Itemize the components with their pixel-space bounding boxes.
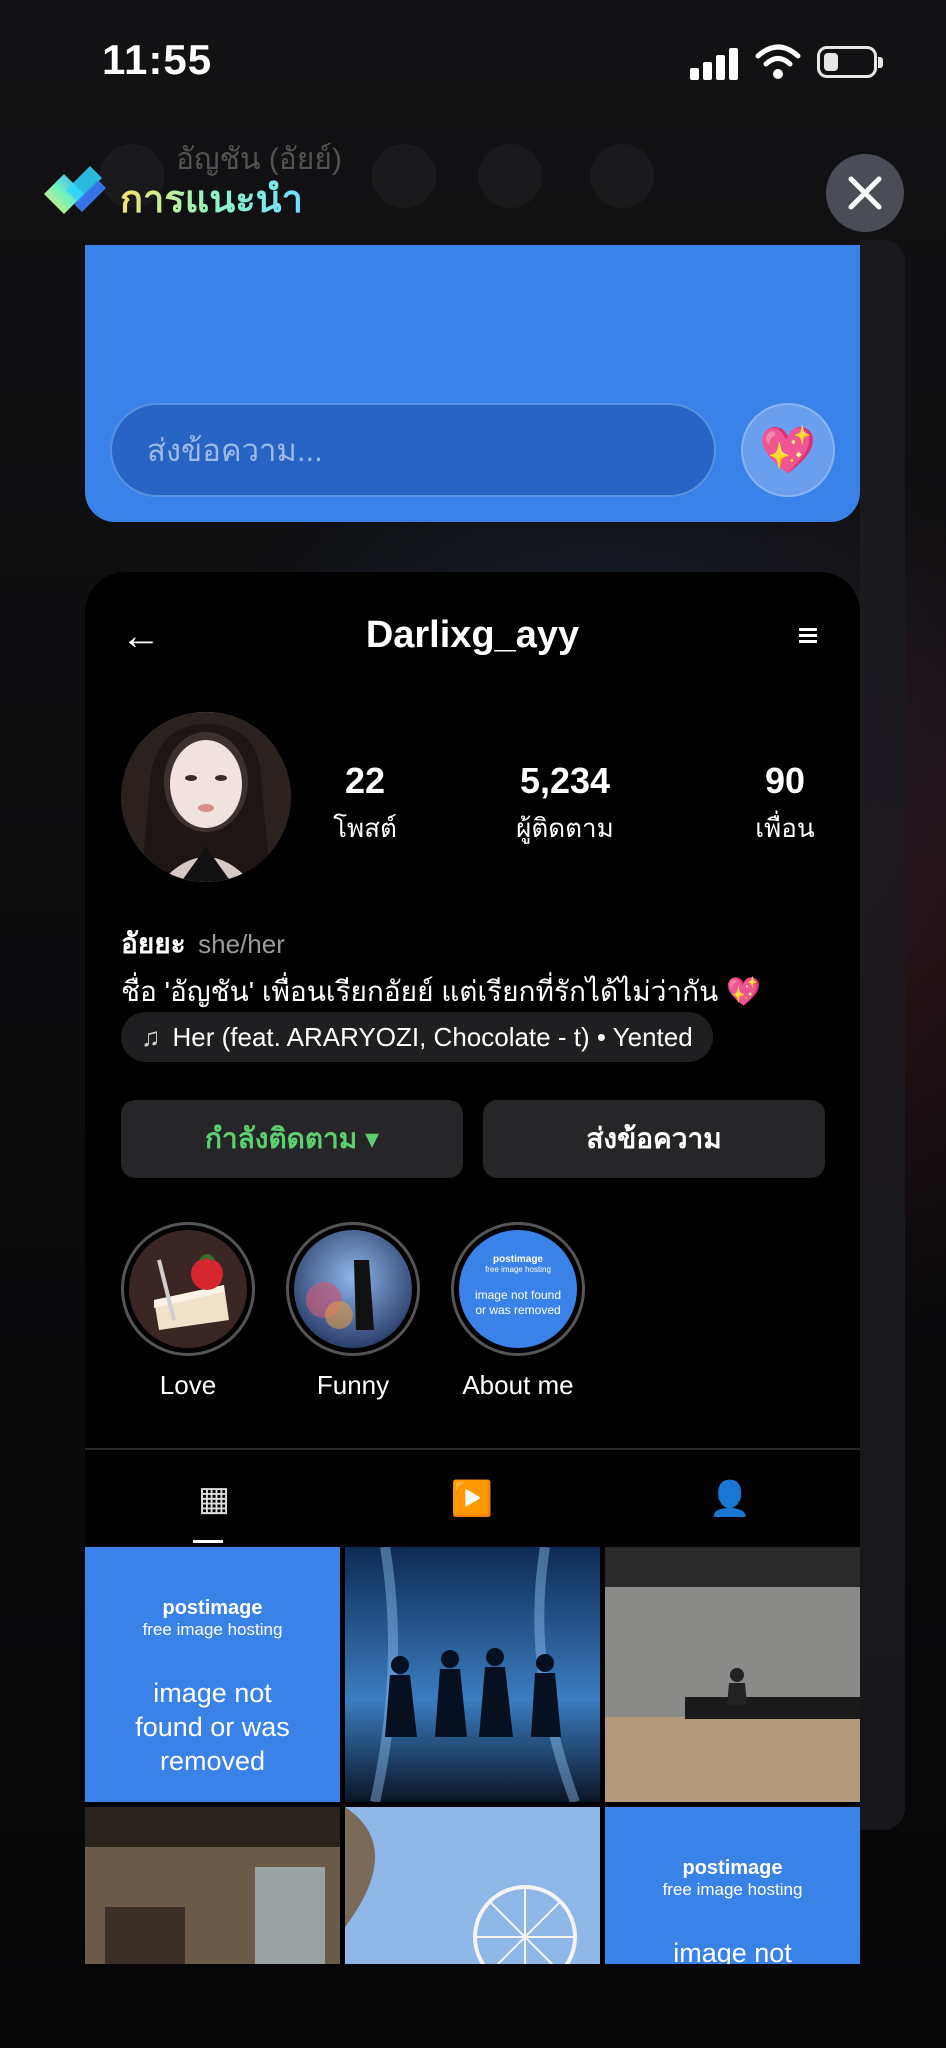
wifi-icon xyxy=(755,44,801,79)
cellular-signal-icon xyxy=(690,48,742,80)
grid-post[interactable]: postimage free image hosting image not f… xyxy=(85,1547,340,1802)
stat-posts[interactable]: 22 โพสต์ xyxy=(315,760,415,849)
avatar-photo xyxy=(121,712,291,882)
add-icon xyxy=(372,144,436,208)
grid-post[interactable] xyxy=(345,1807,600,1964)
stat-friends-label: เพื่อน xyxy=(755,813,815,843)
status-bar: 11:55 xyxy=(0,0,946,120)
grid-post-image xyxy=(605,1547,860,1802)
highlight-funny-label: Funny xyxy=(316,1370,390,1400)
tab-posts[interactable]: ▦ xyxy=(85,1450,343,1548)
placeholder-message: image not found or was removed xyxy=(474,1288,562,1317)
stat-friends[interactable]: 90 เพื่อน xyxy=(740,760,830,849)
stat-posts-label: โพสต์ xyxy=(333,813,397,843)
grid-post[interactable] xyxy=(605,1547,860,1802)
placeholder-message: image not found or was removed xyxy=(673,1938,792,1964)
recommendation-title: การแนะนำ xyxy=(120,168,303,229)
pronouns: she/her xyxy=(198,929,285,959)
stat-friends-value: 90 xyxy=(764,760,806,801)
placeholder-brand: postimage xyxy=(682,1857,783,1879)
heart-reaction-button[interactable]: 💖 xyxy=(741,403,835,497)
placeholder-brand: postimage xyxy=(492,1254,543,1265)
highlight-love-image xyxy=(129,1230,247,1348)
stat-posts-value: 22 xyxy=(344,760,386,801)
profile-bio: อัยยะ she/her ชื่อ 'อัญชัน' เพื่อนเรียกอ… xyxy=(121,922,841,1014)
battery-icon xyxy=(817,46,883,78)
stat-followers-label: ผู้ติดตาม xyxy=(516,813,614,843)
close-button[interactable] xyxy=(826,154,904,232)
heart-icon xyxy=(478,144,542,208)
profile-music[interactable]: ♫ Her (feat. ARARYOZI, Chocolate - t) • … xyxy=(121,1012,713,1062)
app-logo-icon xyxy=(44,166,106,214)
grid-post-image xyxy=(345,1807,600,1964)
message-card: ส่งข้อความ... 💖 xyxy=(85,245,860,522)
chat-icon xyxy=(590,144,654,208)
highlight-funny[interactable]: Funny xyxy=(286,1222,420,1401)
placeholder-message: image not found or was removed xyxy=(135,1678,290,1776)
display-name: อัยยะ xyxy=(121,928,186,959)
highlight-about-me[interactable]: postimage free image hosting image not f… xyxy=(451,1222,585,1401)
close-icon xyxy=(848,176,882,210)
send-message-button[interactable]: ส่งข้อความ xyxy=(483,1100,825,1178)
tab-tagged[interactable]: 👤 xyxy=(601,1450,859,1548)
highlight-about-me-image: postimage free image hosting image not f… xyxy=(459,1230,577,1348)
content-tabs: ▦ ▶️ 👤 xyxy=(85,1448,860,1548)
highlight-ring xyxy=(286,1222,420,1356)
placeholder-brand: postimage xyxy=(162,1597,263,1619)
placeholder-tagline: free image hosting xyxy=(485,1265,551,1274)
highlight-funny-image xyxy=(294,1230,412,1348)
next-card-peek xyxy=(860,240,905,1830)
grid-post[interactable]: postimage free image hosting image not f… xyxy=(605,1807,860,1964)
highlight-ring xyxy=(121,1222,255,1356)
placeholder-tagline: free image hosting xyxy=(662,1880,803,1899)
highlight-ring: postimage free image hosting image not f… xyxy=(451,1222,585,1356)
bio-text: ชื่อ 'อัญชัน' เพื่อนเรียกอัยย์ แต่เรียกท… xyxy=(121,976,761,1007)
grid-post[interactable] xyxy=(345,1547,600,1802)
grid-post[interactable] xyxy=(85,1807,340,1964)
profile-avatar[interactable] xyxy=(121,712,291,882)
tagged-icon: 👤 xyxy=(708,1480,752,1518)
sparkling-heart-icon: 💖 xyxy=(759,423,817,476)
reels-icon: ▶️ xyxy=(450,1480,494,1518)
grid-post-image xyxy=(345,1547,600,1802)
menu-icon[interactable] xyxy=(799,628,817,646)
active-tab-indicator xyxy=(193,1540,223,1543)
highlight-about-me-label: About me xyxy=(462,1370,574,1400)
grid-post-image xyxy=(85,1807,340,1964)
stat-followers-value: 5,234 xyxy=(519,760,611,801)
following-button[interactable]: กำลังติดตาม ▾ xyxy=(121,1100,463,1178)
message-input-placeholder: ส่งข้อความ... xyxy=(147,433,323,468)
highlight-love[interactable]: Love xyxy=(121,1222,255,1401)
music-track: Her (feat. ARARYOZI, Chocolate - t) • Ye… xyxy=(172,1021,693,1052)
grid-icon: ▦ xyxy=(197,1480,231,1518)
profile-username: Darlixg_ayy xyxy=(365,614,580,656)
stat-followers[interactable]: 5,234 ผู้ติดตาม xyxy=(500,760,630,849)
profile-card: ← Darlixg_ayy 22 โพสต์ 5,234 ผู้ติดตาม 9… xyxy=(85,572,860,1964)
tab-reels[interactable]: ▶️ xyxy=(343,1450,601,1548)
highlight-love-label: Love xyxy=(159,1370,217,1400)
placeholder-tagline: free image hosting xyxy=(142,1620,283,1639)
music-note-icon: ♫ xyxy=(141,1021,161,1052)
status-time: 11:55 xyxy=(102,36,213,83)
message-input[interactable]: ส่งข้อความ... xyxy=(110,403,716,497)
